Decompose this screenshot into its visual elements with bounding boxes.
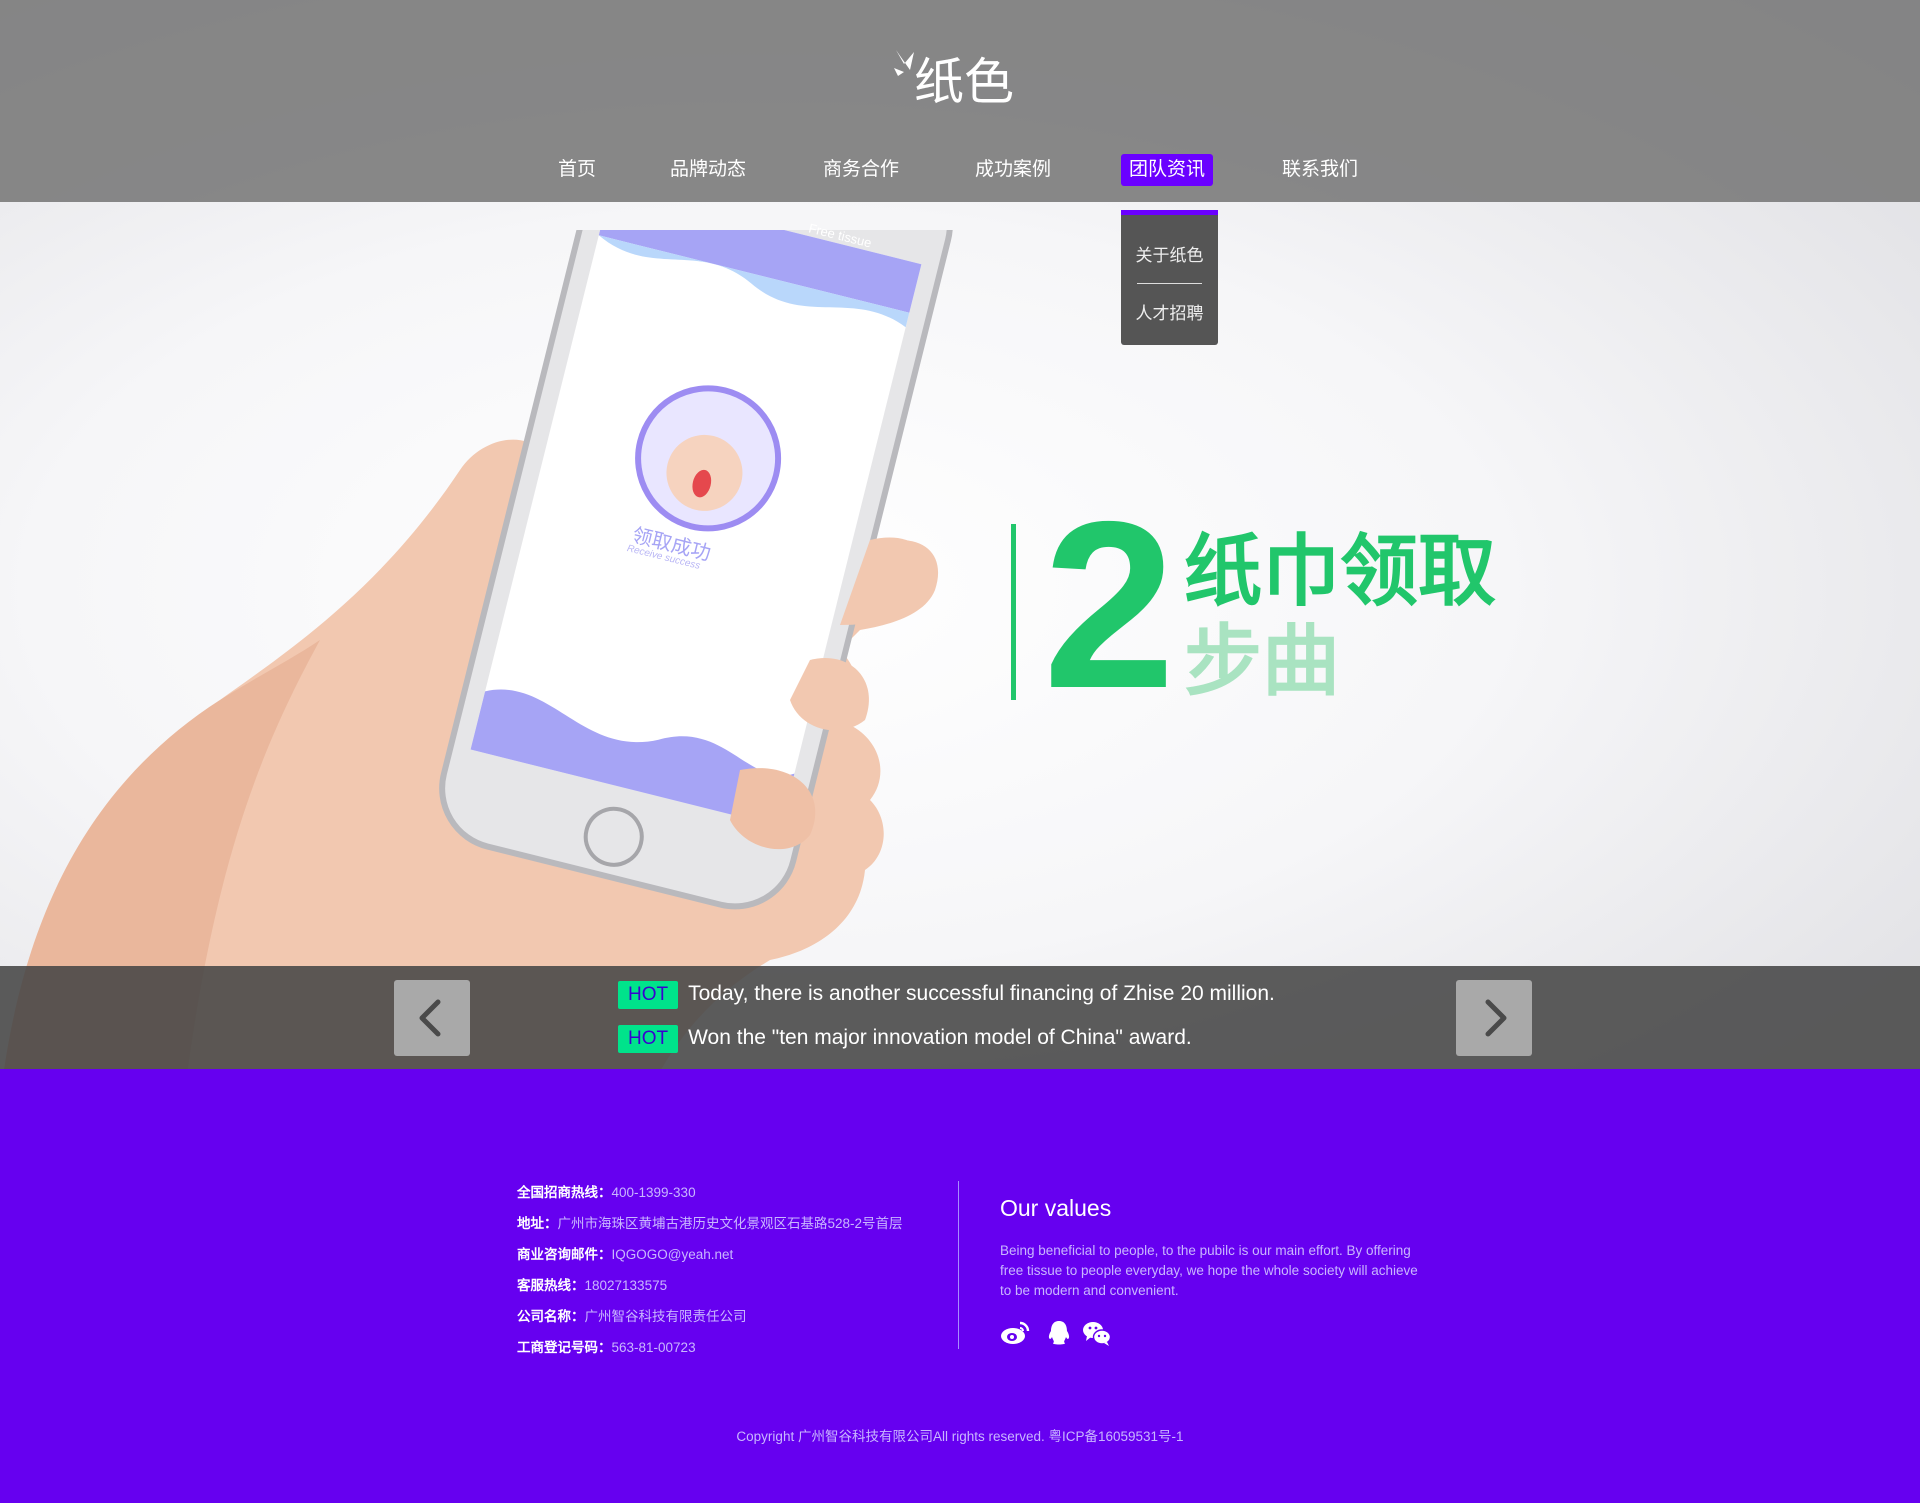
contact-company: 公司名称：广州智谷科技有限责任公司 [517,1305,747,1325]
contact-email: 商业咨询邮件：IQGOGO@yeah.net [517,1243,733,1263]
site-header: 纸色 首页 品牌动态 商务合作 成功案例 团队资讯 联系我们 [0,0,1920,202]
news-text: Won the "ten major innovation model of C… [688,1026,1192,1049]
contact-hotline: 全国招商热线：400-1399-330 [517,1181,696,1201]
dropdown-divider [1137,283,1202,284]
step-accent-bar [1011,524,1016,700]
values-text: Being beneficial to people, to the pubil… [1000,1243,1418,1298]
news-ticker: HOT Today, there is another successful fi… [0,966,1920,1069]
nav-item-home[interactable]: 首页 [558,154,596,186]
dropdown-item-about[interactable]: 关于纸色 [1121,241,1218,266]
hot-badge: HOT [618,1025,679,1053]
chevron-right-icon [1485,999,1507,1037]
contact-value[interactable]: IQGOGO@yeah.net [612,1247,734,1262]
contact-label: 商业咨询邮件： [517,1247,612,1262]
nav-item-business[interactable]: 商务合作 [823,154,899,186]
hot-badge: HOT [618,981,679,1009]
contact-value: 广州市海珠区黄埔古港历史文化景观区石基路528-2号首层 [557,1216,903,1231]
contact-label: 客服热线： [517,1278,585,1293]
step-subtitle: 步曲 [1184,617,1341,705]
dropdown-item-jobs[interactable]: 人才招聘 [1121,299,1218,324]
footer-divider [958,1181,959,1349]
contact-value: 563-81-00723 [611,1340,696,1355]
news-text: Today, there is another successful finan… [688,982,1275,1005]
values-title: Our values [1000,1195,1112,1221]
news-item[interactable]: HOT Today, there is another successful fi… [618,980,1275,1009]
nav-item-brand-news[interactable]: 品牌动态 [670,154,746,186]
contact-label: 全国招商热线： [517,1185,612,1200]
copyright: Copyright 广州智谷科技有限公司All rights reserved.… [736,1429,1184,1444]
main-nav: 首页 品牌动态 商务合作 成功案例 团队资讯 联系我们 [0,154,1920,186]
contact-address: 地址：广州市海珠区黄埔古港历史文化景观区石基路528-2号首层 [517,1212,903,1232]
wechat-icon[interactable] [1082,1319,1112,1347]
nav-item-contact[interactable]: 联系我们 [1282,154,1358,186]
team-news-dropdown: 关于纸色 人才招聘 [1121,210,1218,345]
logo-text: 纸色 [914,53,1014,111]
chevron-left-icon [419,999,441,1037]
contact-service: 客服热线：18027133575 [517,1274,667,1294]
contact-value: 18027133575 [584,1278,668,1293]
nav-item-team-news[interactable]: 团队资讯 [1121,154,1214,186]
news-item[interactable]: HOT Won the "ten major innovation model o… [618,1024,1192,1053]
site-footer: 全国招商热线：400-1399-330 地址：广州市海珠区黄埔古港历史文化景观区… [0,1069,1920,1503]
contact-label: 公司名称： [517,1309,585,1324]
contact-label: 地址： [517,1216,558,1231]
contact-value: 400-1399-330 [611,1185,696,1200]
next-button[interactable] [1456,980,1532,1056]
contact-label: 工商登记号码： [517,1340,612,1355]
nav-item-cases[interactable]: 成功案例 [975,154,1051,186]
step-title: 纸巾领取 [1184,527,1497,615]
hand-phone-illustration [4,230,953,1069]
contact-registration: 工商登记号码：563-81-00723 [517,1336,696,1356]
weibo-icon[interactable] [1000,1319,1030,1347]
prev-button[interactable] [394,980,470,1056]
logo[interactable]: 纸色 [884,44,1014,116]
contact-value: 广州智谷科技有限责任公司 [584,1309,747,1324]
qq-icon[interactable] [1044,1319,1074,1347]
step-number: 2 [1043,473,1175,738]
